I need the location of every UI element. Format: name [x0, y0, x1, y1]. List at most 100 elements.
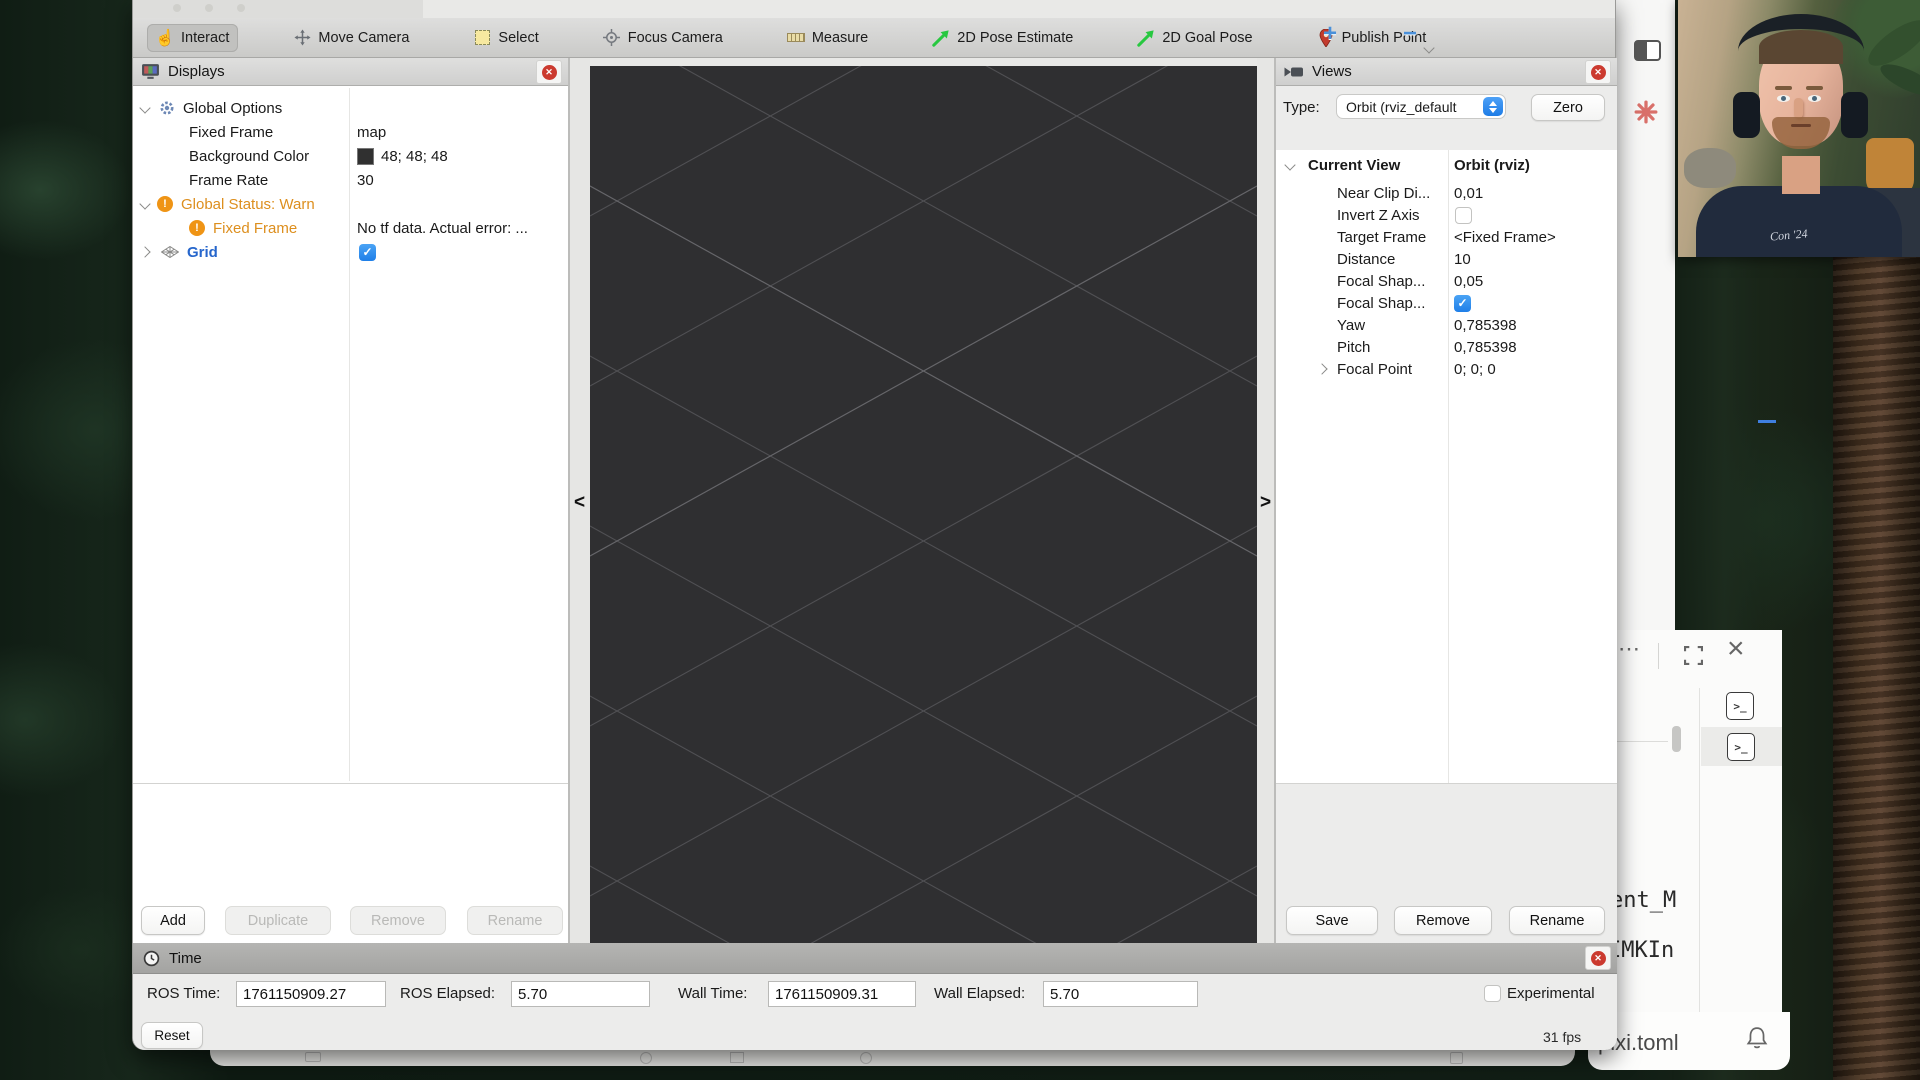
reset-button[interactable]: Reset [141, 1022, 203, 1049]
tool-label: Move Camera [318, 30, 409, 46]
tree-row-grid[interactable]: Grid ✓ [133, 240, 568, 264]
scrollbar-thumb[interactable] [1672, 726, 1681, 752]
add-tool-button[interactable]: + [1323, 24, 1337, 44]
close-icon: ✕ [1591, 65, 1606, 80]
duplicate-display-button[interactable]: Duplicate [225, 906, 331, 935]
remove-view-button[interactable]: Remove [1394, 906, 1492, 935]
collapse-left-arrow[interactable]: < [574, 492, 585, 514]
row-value[interactable]: 30 [357, 172, 374, 189]
views-panel-header[interactable]: Views ✕ [1276, 58, 1617, 86]
row-value[interactable]: 10 [1454, 251, 1471, 268]
tool-select[interactable]: Select [464, 24, 547, 52]
asterisk-icon[interactable] [1634, 100, 1658, 124]
row-label: Background Color [189, 148, 309, 165]
add-display-button[interactable]: Add [141, 906, 205, 935]
close-panel-icon[interactable]: × [1727, 632, 1745, 666]
collapse-right-arrow[interactable]: > [1260, 492, 1271, 514]
row-label: Focal Shap... [1337, 295, 1425, 312]
chevron-right-icon[interactable] [1316, 363, 1327, 374]
tree-row-global-options[interactable]: Global Options [133, 96, 568, 120]
tree-row-target-frame[interactable]: Target Frame <Fixed Frame> [1276, 226, 1617, 248]
experimental-checkbox[interactable] [1484, 985, 1501, 1002]
panel-splitter[interactable] [133, 783, 568, 784]
tool-focus-camera[interactable]: Focus Camera [594, 24, 732, 52]
tool-2d-goal-pose[interactable]: 2D Goal Pose [1128, 24, 1261, 52]
row-value[interactable]: 0,785398 [1454, 317, 1517, 334]
wall-time-input[interactable] [768, 981, 916, 1007]
ros-elapsed-input[interactable] [511, 981, 650, 1007]
color-swatch[interactable] [357, 148, 374, 165]
tree-row-focal-shape-fixed[interactable]: Focal Shap... ✓ [1276, 292, 1617, 314]
invert-z-checkbox[interactable] [1455, 207, 1472, 224]
view-type-dropdown[interactable]: Orbit (rviz_default [1336, 94, 1506, 119]
tree-row-background-color[interactable]: Background Color 48; 48; 48 [133, 144, 568, 168]
headphones-band-icon [1738, 14, 1864, 88]
tree-row-fixed-frame[interactable]: Fixed Frame map [133, 120, 568, 144]
rename-view-button[interactable]: Rename [1509, 906, 1605, 935]
tree-row-current-view[interactable]: Current View Orbit (rviz) [1276, 154, 1617, 176]
save-view-button[interactable]: Save [1286, 906, 1378, 935]
tool-interact[interactable]: ☝ Interact [147, 24, 238, 52]
row-value[interactable]: 48; 48; 48 [381, 148, 448, 165]
tree-row-yaw[interactable]: Yaw 0,785398 [1276, 314, 1617, 336]
tool-2d-pose-estimate[interactable]: 2D Pose Estimate [923, 24, 1082, 52]
row-value[interactable]: map [357, 124, 386, 141]
displays-panel-header[interactable]: Displays ✕ [133, 58, 568, 86]
panel-collapse-gutter: < [570, 58, 590, 943]
ros-time-input[interactable] [236, 981, 386, 1007]
tree-row-pitch[interactable]: Pitch 0,785398 [1276, 336, 1617, 358]
tree-row-invert-z[interactable]: Invert Z Axis [1276, 204, 1617, 226]
row-value[interactable]: 0; 0; 0 [1454, 361, 1496, 378]
terminal-icon[interactable]: >_ [1726, 692, 1754, 720]
maximize-panel-icon[interactable] [1684, 646, 1703, 670]
window-titlebar[interactable] [133, 0, 1615, 18]
terminal-icon[interactable]: >_ [1727, 733, 1755, 761]
close-icon: ✕ [1591, 951, 1606, 966]
tree-row-distance[interactable]: Distance 10 [1276, 248, 1617, 270]
grid-enabled-checkbox[interactable]: ✓ [359, 244, 376, 261]
close-panel-button[interactable]: ✕ [536, 60, 562, 84]
wall-elapsed-input[interactable] [1043, 981, 1198, 1007]
row-label: Target Frame [1337, 229, 1426, 246]
row-value[interactable]: 0,785398 [1454, 339, 1517, 356]
webcam-person-mouth [1791, 124, 1811, 127]
remove-display-button[interactable]: Remove [350, 906, 446, 935]
row-value[interactable]: 0,05 [1454, 273, 1483, 290]
row-value[interactable]: 0,01 [1454, 185, 1483, 202]
close-panel-button[interactable]: ✕ [1585, 946, 1611, 970]
tree-row-global-status[interactable]: ! Global Status: Warn [133, 192, 568, 216]
tree-row-focal-point[interactable]: Focal Point 0; 0; 0 [1276, 358, 1617, 380]
panel-title: Displays [168, 63, 225, 80]
background-statusbar-icon [640, 1052, 652, 1064]
chevron-down-icon[interactable] [1284, 159, 1295, 170]
row-label: Focal Point [1337, 361, 1412, 378]
tree-row-frame-rate[interactable]: Frame Rate 30 [133, 168, 568, 192]
row-label: Yaw [1337, 317, 1365, 334]
render-viewport[interactable] [590, 66, 1257, 943]
remove-tool-button[interactable]: − [1403, 24, 1417, 44]
warning-icon: ! [189, 220, 205, 236]
sidebar-toggle-icon[interactable] [1634, 40, 1661, 61]
tree-row-near-clip[interactable]: Near Clip Di... 0,01 [1276, 182, 1617, 204]
window-control-dot[interactable] [237, 4, 245, 12]
chevron-down-icon[interactable] [139, 102, 150, 113]
more-actions-icon[interactable]: ⋯ [1618, 642, 1640, 656]
focal-shape-checkbox[interactable]: ✓ [1454, 295, 1471, 312]
zero-button[interactable]: Zero [1531, 94, 1605, 121]
panel-splitter[interactable] [1276, 783, 1617, 784]
viewport-area [590, 58, 1257, 943]
bell-icon[interactable] [1746, 1026, 1768, 1055]
row-label: Pitch [1337, 339, 1370, 356]
rename-display-button[interactable]: Rename [467, 906, 563, 935]
time-panel-header[interactable]: Time ✕ [133, 943, 1617, 974]
close-panel-button[interactable]: ✕ [1585, 60, 1611, 84]
tree-row-fixed-frame-warn[interactable]: ! Fixed Frame No tf data. Actual error: … [133, 216, 568, 240]
row-value[interactable]: <Fixed Frame> [1454, 229, 1556, 246]
chevron-right-icon[interactable] [139, 246, 150, 257]
window-control-dot[interactable] [173, 4, 181, 12]
tool-move-camera[interactable]: Move Camera [284, 24, 418, 52]
tree-row-focal-shape-size[interactable]: Focal Shap... 0,05 [1276, 270, 1617, 292]
tool-measure[interactable]: Measure [778, 24, 877, 52]
chevron-down-icon[interactable] [139, 198, 150, 209]
window-control-dot[interactable] [205, 4, 213, 12]
